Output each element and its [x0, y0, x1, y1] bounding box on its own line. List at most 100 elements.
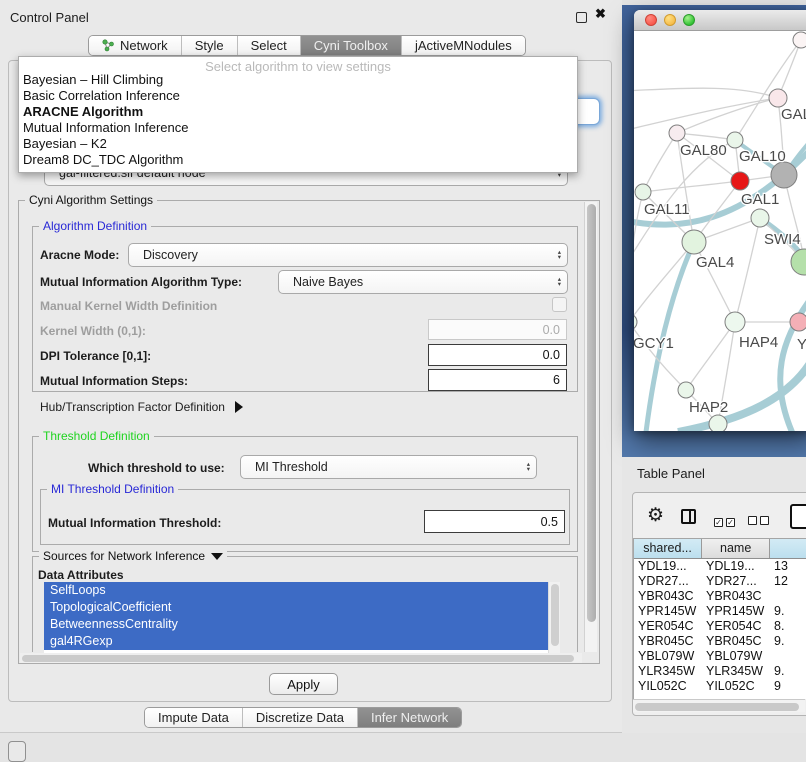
zoom-window-icon[interactable]	[683, 14, 695, 26]
table-row[interactable]: YBR043CYBR043C	[634, 589, 806, 604]
table-row[interactable]: YDL19...YDL19...13	[634, 559, 806, 574]
mi-type-combobox[interactable]: Naive Bayes ▴▾	[278, 270, 568, 294]
column-header-name[interactable]: name	[702, 539, 770, 558]
table-horizontal-scrollbar[interactable]	[633, 699, 805, 712]
attributes-scrollbar[interactable]	[548, 582, 560, 653]
docked-panel-icon[interactable]	[8, 741, 26, 762]
aracne-mode-combobox[interactable]: Discovery ▴▾	[128, 243, 568, 267]
node-hap2[interactable]	[678, 382, 694, 398]
network-view-window[interactable]: GALGAL80GAL10GAL1GAL11SWI4GAL4GCY1HAP4YH…	[634, 10, 806, 431]
column-header-partial[interactable]	[770, 539, 806, 558]
algorithm-option[interactable]: ARACNE Algorithm	[19, 104, 577, 120]
table-row[interactable]: YIL052CYIL052C9	[634, 679, 806, 694]
tab-impute-data[interactable]: Impute Data	[145, 708, 243, 727]
table-header-row: shared... name	[634, 539, 806, 559]
tab-network[interactable]: Network	[89, 36, 182, 55]
data-attributes-list[interactable]: SelfLoopsTopologicalCoefficientBetweenne…	[44, 582, 560, 653]
node-gray[interactable]	[771, 162, 797, 188]
network-edge[interactable]	[634, 88, 778, 98]
node-gal11[interactable]	[635, 184, 651, 200]
tab-infer-network[interactable]: Infer Network	[358, 708, 461, 727]
apply-button[interactable]: Apply	[269, 673, 338, 695]
node-pink-right[interactable]	[790, 313, 806, 331]
network-edge[interactable]	[735, 218, 760, 322]
sources-group-title: Sources for Network Inference	[39, 549, 227, 563]
network-edge[interactable]	[686, 322, 735, 390]
network-canvas[interactable]: GALGAL80GAL10GAL1GAL11SWI4GAL4GCY1HAP4YH…	[634, 31, 806, 431]
attribute-list-item[interactable]: SelfLoops	[44, 582, 548, 599]
algorithm-option[interactable]: Dream8 DC_TDC Algorithm	[19, 152, 577, 168]
tab-discretize-data[interactable]: Discretize Data	[243, 708, 358, 727]
table-row[interactable]: YER054CYER054C8.	[634, 619, 806, 634]
node-gcy1[interactable]	[634, 314, 637, 330]
close-panel-icon[interactable]: ✖	[595, 6, 606, 22]
which-threshold-value: MI Threshold	[255, 460, 328, 474]
mi-threshold-field[interactable]: 0.5	[424, 510, 565, 533]
attribute-list-item[interactable]: TopologicalCoefficient	[44, 599, 548, 616]
network-edge[interactable]	[634, 242, 694, 322]
function-builder-icon[interactable]	[790, 504, 806, 529]
hub-definition-expander[interactable]: Hub/Transcription Factor Definition	[40, 400, 243, 414]
node-gal7[interactable]	[769, 89, 787, 107]
table-row[interactable]: YBL079WYBL079W	[634, 649, 806, 664]
tab-jactivemnodules[interactable]: jActiveMNodules	[402, 36, 525, 55]
scrollbar-thumb[interactable]	[551, 584, 559, 646]
network-graph[interactable]: GALGAL80GAL10GAL1GAL11SWI4GAL4GCY1HAP4YH…	[634, 31, 806, 431]
node-gal80[interactable]	[669, 125, 685, 141]
node-green-right[interactable]	[791, 249, 806, 275]
gear-icon[interactable]: ⚙	[647, 504, 664, 527]
node-top[interactable]	[793, 32, 806, 48]
tab-style[interactable]: Style	[182, 36, 238, 55]
scrollbar-thumb[interactable]	[22, 655, 574, 662]
node-gal1[interactable]	[731, 172, 749, 190]
attribute-list-item[interactable]: BetweennessCentrality	[44, 616, 548, 633]
network-edge[interactable]	[677, 98, 778, 133]
algorithm-option[interactable]: Bayesian – Hill Climbing	[19, 72, 577, 88]
collapse-arrow-icon[interactable]	[211, 553, 223, 560]
dpi-tolerance-field[interactable]: 0.0	[428, 344, 567, 366]
node-bottom[interactable]	[709, 415, 727, 431]
select-all-columns-icon[interactable]: ✓✓	[714, 512, 738, 530]
network-edge[interactable]	[643, 181, 740, 192]
table-row[interactable]: YPR145WYPR145W9.	[634, 604, 806, 619]
tab-select[interactable]: Select	[238, 36, 301, 55]
close-window-icon[interactable]	[645, 14, 657, 26]
table-cell: YBL079W	[702, 649, 770, 664]
combo-arrows-icon: ▴▾	[558, 277, 561, 287]
attribute-list-item[interactable]: gal4RGexp	[44, 633, 548, 650]
node-label: GAL10	[739, 148, 786, 165]
network-edge[interactable]	[634, 192, 643, 322]
settings-vertical-scrollbar[interactable]	[584, 202, 597, 652]
settings-horizontal-scrollbar[interactable]	[20, 653, 582, 663]
network-edge[interactable]	[643, 133, 677, 192]
node-table[interactable]: shared... name YDL19...YDL19...13YDR27..…	[633, 538, 806, 699]
table-cell: YPR145W	[702, 604, 770, 619]
manual-kernel-checkbox[interactable]	[552, 297, 567, 312]
network-window-titlebar[interactable]	[634, 10, 806, 31]
algorithm-option[interactable]: Basic Correlation Inference	[19, 88, 577, 104]
deselect-all-columns-icon[interactable]	[748, 512, 772, 530]
mi-steps-field[interactable]: 6	[428, 369, 567, 391]
tab-cyni-toolbox[interactable]: Cyni Toolbox	[301, 36, 402, 55]
scrollbar-thumb[interactable]	[587, 204, 596, 622]
table-row[interactable]: YLR345WYLR345W9.	[634, 664, 806, 679]
columns-icon[interactable]	[681, 509, 696, 524]
node-hap4[interactable]	[725, 312, 745, 332]
algorithm-option[interactable]: Bayesian – K2	[19, 136, 577, 152]
float-panel-icon[interactable]	[576, 12, 587, 23]
which-threshold-combobox[interactable]: MI Threshold ▴▾	[240, 455, 537, 479]
algorithm-option[interactable]: Mutual Information Inference	[19, 120, 577, 136]
minimize-window-icon[interactable]	[664, 14, 676, 26]
table-cell: YDL19...	[634, 559, 702, 574]
table-row[interactable]: YBR045CYBR045C9.	[634, 634, 806, 649]
table-cell: YDR27...	[634, 574, 702, 589]
network-edge[interactable]	[634, 98, 778, 131]
scrollbar-thumb[interactable]	[635, 703, 799, 711]
column-header-shared-name[interactable]: shared...	[634, 539, 702, 558]
node-gal4[interactable]	[682, 230, 706, 254]
table-row[interactable]: YDR27...YDR27...12	[634, 574, 806, 589]
node-label: GAL11	[644, 201, 690, 218]
node-swi4[interactable]	[751, 209, 769, 227]
node-gal10[interactable]	[727, 132, 743, 148]
table-cell	[770, 589, 806, 604]
